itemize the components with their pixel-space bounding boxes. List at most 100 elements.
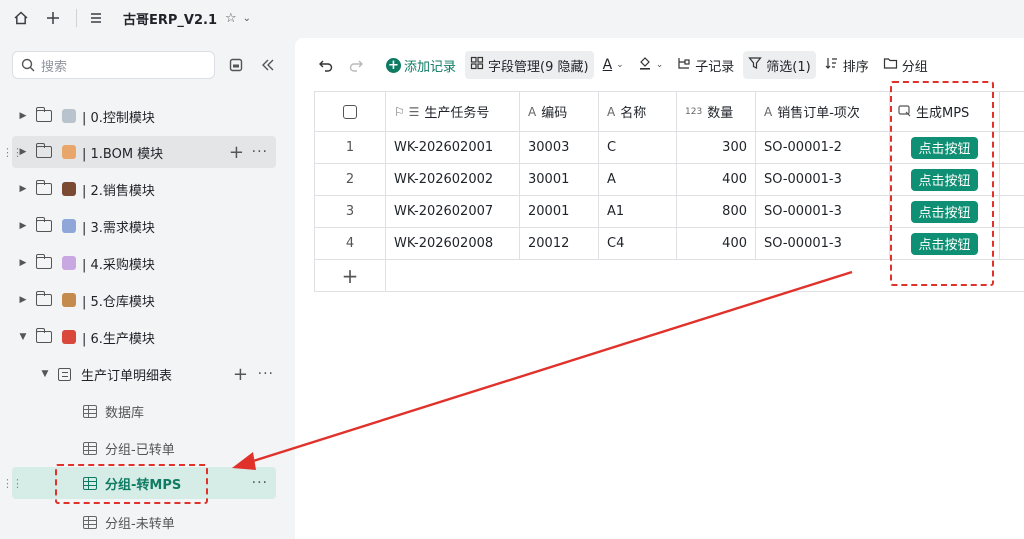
sidebar-item-purchase[interactable]: ▶ | 4.采购模块 xyxy=(0,247,292,279)
cell-task[interactable]: WK-202602007 xyxy=(386,196,520,227)
cell-code[interactable]: 30001 xyxy=(520,164,599,195)
folder-icon xyxy=(35,143,52,158)
cell-qty[interactable]: 300 xyxy=(677,132,756,163)
cell-so[interactable]: SO-00001-3 xyxy=(756,196,890,227)
cell-code[interactable]: 20012 xyxy=(520,228,599,259)
drag-handle-icon[interactable]: ⋮⋮ xyxy=(2,146,23,159)
add-icon[interactable]: + xyxy=(229,142,244,163)
plus-icon[interactable] xyxy=(42,7,64,29)
column-header-label: 销售订单-项次 xyxy=(777,106,860,121)
add-row-plus-icon[interactable]: + xyxy=(314,260,386,291)
cell-so[interactable]: SO-00001-3 xyxy=(756,228,890,259)
sidebar-item-label: 生产订单明细表 xyxy=(81,368,173,384)
sidebar-item-production[interactable]: ▼ | 6.生产模块 xyxy=(0,321,292,353)
folder-icon xyxy=(35,254,52,269)
column-header-label: 名称 xyxy=(620,106,647,121)
paint-bucket-icon xyxy=(638,56,652,74)
caret-right-icon[interactable]: ▶ xyxy=(16,258,30,268)
column-header-so[interactable]: A 销售订单-项次 xyxy=(756,92,890,131)
sub-record-button[interactable]: 子记录 xyxy=(672,51,739,79)
sort-button[interactable]: 排序 xyxy=(820,51,874,79)
text-color-button[interactable]: A ⌄ xyxy=(598,51,629,79)
fill-color-button[interactable]: ⌄ xyxy=(633,51,669,79)
sidebar-item-sales[interactable]: ▶ | 2.销售模块 xyxy=(0,173,292,205)
package-emoji-icon xyxy=(62,293,76,307)
sidebar-item-demand[interactable]: ▶ | 3.需求模块 xyxy=(0,210,292,242)
search-placeholder: 搜索 xyxy=(41,59,68,75)
sidebar-view-not-converted[interactable]: 分组-未转单 xyxy=(0,506,292,538)
divider xyxy=(76,9,77,27)
text-field-icon: A xyxy=(764,104,773,119)
column-header-name[interactable]: A 名称 xyxy=(599,92,677,131)
cell-task[interactable]: WK-202602001 xyxy=(386,132,520,163)
cell-code[interactable]: 20001 xyxy=(520,196,599,227)
sidebar-item-production-orders[interactable]: ▼ 生产订单明细表 + ··· xyxy=(0,358,292,390)
sidebar-view-converted[interactable]: 分组-已转单 xyxy=(0,432,292,464)
caret-down-icon[interactable]: ▼ xyxy=(38,369,52,379)
cell-name[interactable]: A xyxy=(599,164,677,195)
caret-right-icon[interactable]: ▶ xyxy=(16,221,30,231)
sidebar-item-warehouse[interactable]: ▶ | 5.仓库模块 xyxy=(0,284,292,316)
column-header-qty[interactable]: 123 数量 xyxy=(677,92,756,131)
chevron-down-icon[interactable]: ⌄ xyxy=(243,13,251,24)
sidebar-item-label: 数据库 xyxy=(105,405,145,421)
cell-code[interactable]: 30003 xyxy=(520,132,599,163)
search-input[interactable]: 搜索 xyxy=(12,51,215,79)
more-icon[interactable]: ··· xyxy=(252,475,268,491)
undo-icon[interactable] xyxy=(313,51,339,79)
field-manage-button[interactable]: 字段管理(9 隐藏) xyxy=(465,51,594,79)
cell-name[interactable]: C4 xyxy=(599,228,677,259)
cell-qty[interactable]: 400 xyxy=(677,164,756,195)
sidebar-item-bom[interactable]: ⋮⋮ ▶ | 1.BOM 模块 + ··· xyxy=(2,136,276,168)
column-header-code[interactable]: A 编码 xyxy=(520,92,599,131)
caret-right-icon[interactable]: ▶ xyxy=(16,111,30,121)
text-color-icon: A xyxy=(602,57,613,73)
sidebar-search-row: 搜索 xyxy=(12,51,279,79)
cell-name[interactable]: C xyxy=(599,132,677,163)
more-icon[interactable]: ··· xyxy=(258,366,274,382)
more-icon[interactable]: ··· xyxy=(252,144,268,160)
cell-qty[interactable]: 800 xyxy=(677,196,756,227)
menu-icon[interactable] xyxy=(85,7,107,29)
folder-icon xyxy=(35,107,52,122)
row-index: 4 xyxy=(314,228,386,259)
caret-down-icon[interactable]: ▼ xyxy=(16,332,30,342)
text-field-icon: A xyxy=(528,104,537,119)
clipboard-emoji-icon xyxy=(62,145,76,159)
calendar-emoji-icon xyxy=(62,219,76,233)
folder-icon xyxy=(35,328,52,343)
sidebar-view-database[interactable]: 数据库 xyxy=(0,395,292,427)
row-index: 2 xyxy=(314,164,386,195)
cell-task[interactable]: WK-202602008 xyxy=(386,228,520,259)
column-header-label: 数量 xyxy=(707,106,734,121)
folder-icon xyxy=(35,180,52,195)
sidebar-item-label: 分组-未转单 xyxy=(105,516,175,532)
star-icon[interactable]: ☆ xyxy=(225,11,237,26)
caret-right-icon[interactable]: ▶ xyxy=(16,295,30,305)
cell-so[interactable]: SO-00001-3 xyxy=(756,164,890,195)
text-field-icon: A xyxy=(607,104,616,119)
home-icon[interactable] xyxy=(10,7,32,29)
cell-so[interactable]: SO-00001-2 xyxy=(756,132,890,163)
caret-right-icon[interactable]: ▶ xyxy=(16,184,30,194)
drag-handle-icon[interactable]: ⋮⋮ xyxy=(2,477,23,490)
add-record-button[interactable]: + 添加记录 xyxy=(381,51,461,79)
group-button[interactable]: 分组 xyxy=(878,51,933,79)
sidebar-item-control[interactable]: ▶ | 0.控制模块 xyxy=(0,100,292,132)
gear-emoji-icon xyxy=(62,109,76,123)
collapse-sidebar-icon[interactable] xyxy=(257,54,279,76)
redo-icon[interactable] xyxy=(343,51,369,79)
column-header-task[interactable]: ⚐ ☰ 生产任务号 xyxy=(386,92,520,131)
row-index: 1 xyxy=(314,132,386,163)
select-all-checkbox[interactable] xyxy=(343,104,357,119)
sidebar-toggle-icon[interactable] xyxy=(225,54,247,76)
annotation-dashed-box-view xyxy=(55,464,208,504)
select-all-cell[interactable] xyxy=(314,92,386,131)
filter-button[interactable]: 筛选(1) xyxy=(743,51,816,79)
cell-name[interactable]: A1 xyxy=(599,196,677,227)
add-icon[interactable]: + xyxy=(233,364,248,385)
row-spacer xyxy=(1000,164,1024,195)
cell-qty[interactable]: 400 xyxy=(677,228,756,259)
cell-task[interactable]: WK-202602002 xyxy=(386,164,520,195)
chevron-down-icon: ⌄ xyxy=(655,60,664,70)
